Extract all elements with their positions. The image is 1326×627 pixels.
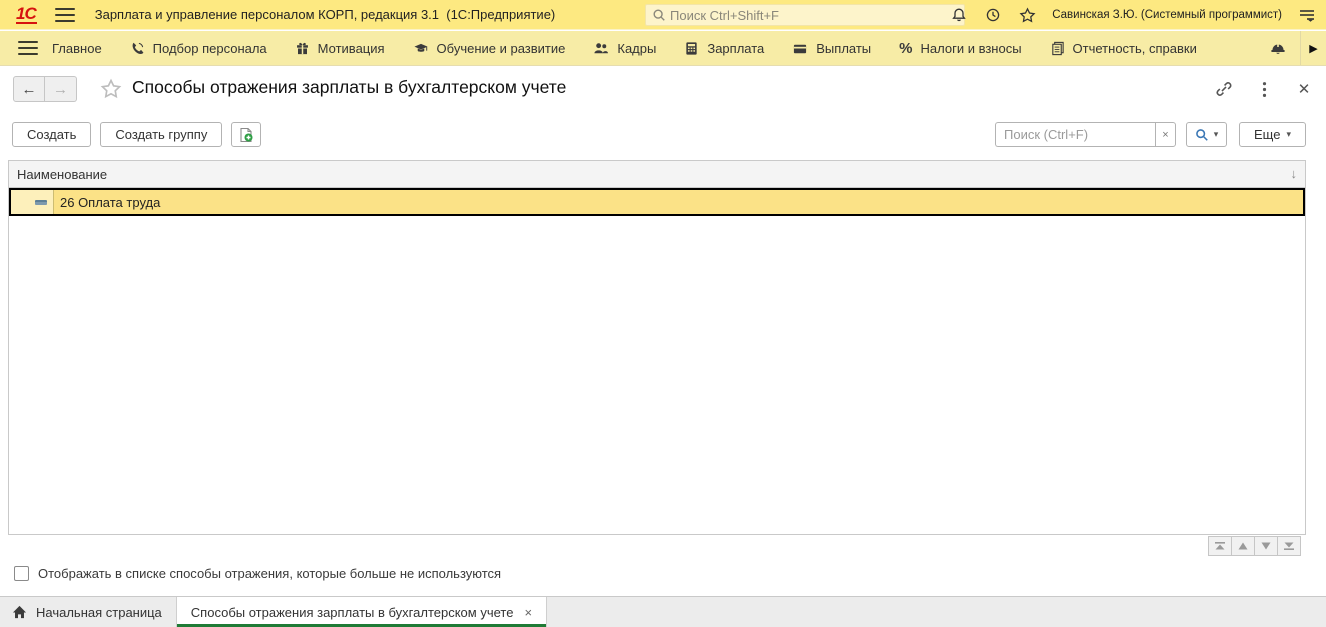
table-row[interactable]: 26 Оплата труда <box>9 188 1305 216</box>
show-unused-filter: Отображать в списке способы отражения, к… <box>14 566 501 581</box>
section-label: Кадры <box>617 40 657 56</box>
section-podbor-personala[interactable]: Подбор персонала <box>116 31 281 65</box>
people-icon <box>594 42 609 53</box>
row-name: 26 Оплата труда <box>60 194 161 210</box>
catalog-item-dash-icon <box>35 199 47 205</box>
section-label: Мотивация <box>317 40 385 56</box>
page-title: Способы отражения зарплаты в бухгалтерск… <box>132 77 567 97</box>
go-last-button[interactable] <box>1277 536 1301 556</box>
sections-panel: Главное Подбор персонала Мотивация Обуче… <box>0 31 1326 66</box>
service-menu-icon[interactable] <box>1298 6 1316 24</box>
notifications-bell-icon[interactable] <box>950 6 968 24</box>
sections-overflow-button[interactable]: ▶ <box>1300 31 1326 65</box>
phone-icon <box>132 42 144 54</box>
section-label: Выплаты <box>816 40 872 56</box>
go-previous-icon <box>1238 542 1248 550</box>
link-icon[interactable] <box>1214 79 1234 99</box>
go-last-icon <box>1284 542 1294 550</box>
go-next-button[interactable] <box>1254 536 1278 556</box>
list-toolbar: Создать Создать группу × ▾ Еще ▾ <box>0 118 1326 154</box>
percent-icon: % <box>899 39 913 57</box>
section-nalogi-i-vznosy[interactable]: % Налоги и взносы <box>885 31 1035 65</box>
overflow-arrow-icon: ▶ <box>1309 42 1318 55</box>
section-label: Отчетность, справки <box>1072 40 1197 56</box>
create-group-button[interactable]: Создать группу <box>100 122 223 147</box>
calculator-icon <box>686 41 697 55</box>
more-label: Еще <box>1254 127 1281 142</box>
go-first-button[interactable] <box>1208 536 1232 556</box>
add-to-favorites-star-icon[interactable] <box>100 78 122 100</box>
forward-arrow-icon: → <box>53 80 68 98</box>
tab-label: Способы отражения зарплаты в бухгалтерск… <box>190 604 514 620</box>
close-glyph: ✕ <box>1297 81 1311 98</box>
close-icon[interactable]: ✕ <box>1294 79 1314 99</box>
reflection-methods-list: Наименование ↓ 26 Оплата труда <box>8 160 1306 535</box>
magnifier-icon <box>1195 128 1208 141</box>
favorites-star-icon[interactable] <box>1018 6 1036 24</box>
global-search-input[interactable] <box>645 4 965 26</box>
list-search-input[interactable] <box>995 122 1156 147</box>
caret-down-icon: ▾ <box>1286 129 1291 139</box>
show-unused-checkbox[interactable] <box>14 566 29 581</box>
section-vyplaty[interactable]: Выплаты <box>778 31 885 65</box>
search-options-button[interactable]: ▾ <box>1186 122 1228 147</box>
clear-search-button[interactable]: × <box>1155 122 1177 147</box>
row-tree-cell <box>11 190 54 214</box>
1c-logo: 1С <box>16 3 37 24</box>
section-otchetnost-spravki[interactable]: Отчетность, справки <box>1036 31 1211 65</box>
create-button[interactable]: Создать <box>12 122 92 147</box>
tab-label: Начальная страница <box>36 604 162 620</box>
section-label: Обучение и развитие <box>436 40 566 56</box>
section-label: Налоги и взносы <box>920 40 1022 56</box>
forward-button[interactable]: → <box>45 76 77 102</box>
section-label: Подбор персонала <box>152 40 267 56</box>
window-header: ← → Способы отражения зарплаты в бухгалт… <box>0 66 1326 112</box>
go-next-icon <box>1261 542 1271 550</box>
tab-reflection-methods[interactable]: Способы отражения зарплаты в бухгалтерск… <box>176 597 548 627</box>
search-icon <box>653 9 665 21</box>
back-arrow-icon: ← <box>21 80 37 98</box>
title-bar: 1С Зарплата и управление персоналом КОРП… <box>0 0 1326 30</box>
section-label: Зарплата <box>707 40 765 56</box>
history-clock-icon[interactable] <box>984 6 1002 24</box>
more-button[interactable]: Еще ▾ <box>1239 122 1306 147</box>
tab-close-icon[interactable]: × <box>524 605 532 620</box>
kebab-menu-icon[interactable] <box>1254 79 1274 99</box>
new-document-plus-button[interactable] <box>231 122 262 147</box>
sections-menu-icon[interactable] <box>18 41 38 55</box>
gift-icon <box>296 42 308 54</box>
section-label: Главное <box>52 40 102 56</box>
graduation-cap-icon <box>413 43 428 52</box>
section-motivatsiya[interactable]: Мотивация <box>281 31 399 65</box>
section-zarplata[interactable]: Зарплата <box>670 31 778 65</box>
list-navigation <box>1208 536 1301 556</box>
go-previous-button[interactable] <box>1231 536 1255 556</box>
back-button[interactable]: ← <box>13 76 45 102</box>
wallet-icon <box>794 44 807 53</box>
section-obuchenie-i-razvitie[interactable]: Обучение и развитие <box>399 31 580 65</box>
caret-down-icon: ▾ <box>1213 129 1219 139</box>
section-kadry[interactable]: Кадры <box>579 31 670 65</box>
documents-icon <box>1051 41 1064 55</box>
global-search-field[interactable] <box>670 7 964 23</box>
column-header-name[interactable]: Наименование <box>9 167 107 182</box>
clear-icon: × <box>1162 128 1169 141</box>
go-first-icon <box>1215 542 1225 550</box>
sort-descending-icon[interactable]: ↓ <box>1291 166 1298 181</box>
new-document-plus-icon <box>240 127 253 142</box>
tab-home-page[interactable]: Начальная страница <box>0 597 177 627</box>
current-user[interactable]: Савинская З.Ю. (Системный программист) <box>1052 9 1282 21</box>
hardhat-icon <box>1271 44 1285 54</box>
section-okhrana-truda[interactable] <box>1256 31 1300 65</box>
open-windows-tabbar: Начальная страница Способы отражения зар… <box>0 596 1326 627</box>
app-title: Зарплата и управление персоналом КОРП, р… <box>94 7 556 22</box>
home-icon <box>12 605 27 619</box>
section-glavnoe[interactable]: Главное <box>38 31 116 65</box>
list-header[interactable]: Наименование ↓ <box>9 161 1305 188</box>
main-menu-icon[interactable] <box>54 7 75 22</box>
show-unused-label: Отображать в списке способы отражения, к… <box>38 566 502 581</box>
